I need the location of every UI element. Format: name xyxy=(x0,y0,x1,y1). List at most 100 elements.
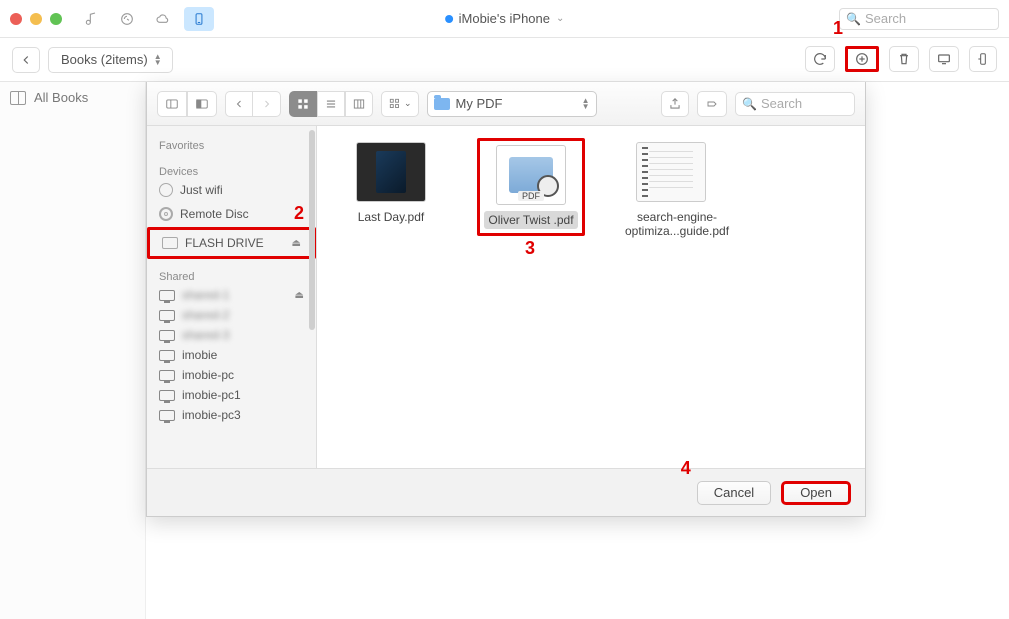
titlebar-mode-icons xyxy=(76,7,214,31)
refresh-button[interactable] xyxy=(805,46,835,72)
history-icon[interactable] xyxy=(112,7,142,31)
search-input-top[interactable]: 🔍 Search xyxy=(839,8,999,30)
dialog-toolbar: ⌄ My PDF ▲▼ 🔍 Search xyxy=(147,82,865,126)
book-icon xyxy=(10,91,26,105)
file-item-seo-guide[interactable]: search-engine-optimiza...guide.pdf xyxy=(621,142,721,240)
sidebar-item-label: shared-2 xyxy=(182,308,229,322)
sidebar-toggle-left-button[interactable] xyxy=(157,91,187,117)
all-books-item[interactable]: All Books xyxy=(10,90,135,105)
sidebar-item-label: imobie-pc xyxy=(182,368,234,382)
sidebar-item-label: imobie xyxy=(182,348,217,362)
spiral-binding-icon xyxy=(642,147,648,197)
delete-button[interactable] xyxy=(889,46,919,72)
all-books-label: All Books xyxy=(34,90,88,105)
nav-back-button[interactable] xyxy=(12,47,40,73)
sidebar-item-imobie-pc1[interactable]: imobie-pc1 xyxy=(147,385,316,405)
eject-icon[interactable]: ⏏ xyxy=(292,238,301,249)
sidebar-item-shared[interactable]: shared-1 ⏏ xyxy=(147,285,316,305)
sidebar-toggle-right-button[interactable] xyxy=(187,91,217,117)
pdf-preview-icon xyxy=(509,157,553,193)
sidebar-item-label: imobie-pc3 xyxy=(182,408,241,422)
annotation-3: 3 xyxy=(525,238,535,259)
nav-group xyxy=(225,91,281,117)
search-icon: 🔍 xyxy=(846,12,861,26)
folder-icon xyxy=(434,98,450,110)
sidebar-item-label: imobie-pc1 xyxy=(182,388,241,402)
eject-icon[interactable]: ⏏ xyxy=(295,290,304,301)
dialog-search-input[interactable]: 🔍 Search xyxy=(735,92,855,116)
search-placeholder-top: Search xyxy=(865,11,906,26)
updown-icon: ▲▼ xyxy=(582,98,590,110)
path-dropdown[interactable]: My PDF ▲▼ xyxy=(427,91,597,117)
cancel-button[interactable]: Cancel xyxy=(697,481,771,505)
sidebar-item-label: shared-3 xyxy=(182,328,229,342)
books-label: Books (2items) xyxy=(61,52,148,67)
monitor-icon xyxy=(159,330,175,341)
books-dropdown[interactable]: Books (2items) ▲▼ xyxy=(48,47,173,73)
minimize-window-icon[interactable] xyxy=(30,13,42,25)
dialog-footer: 4 Cancel Open xyxy=(147,468,865,516)
app-toolbar: Books (2items) ▲▼ 1 xyxy=(0,38,1009,82)
file-item-oliver-twist[interactable]: PDF Oliver Twist .pdf 3 xyxy=(481,142,581,238)
add-button[interactable] xyxy=(845,46,879,72)
scrollbar[interactable] xyxy=(309,130,315,330)
disc-icon xyxy=(159,207,173,221)
annotation-2: 2 xyxy=(294,203,304,224)
to-device-button[interactable] xyxy=(969,46,997,72)
tag-button[interactable] xyxy=(697,91,727,117)
file-item-last-day[interactable]: Last Day.pdf xyxy=(341,142,441,226)
sidebar-item-label: shared-1 xyxy=(182,288,229,302)
sidebar-item-just-wifi[interactable]: Just wifi xyxy=(147,180,316,200)
open-label: Open xyxy=(800,485,832,500)
status-dot-icon xyxy=(445,15,453,23)
window-title[interactable]: iMobie's iPhone ⌄ xyxy=(445,11,565,26)
sidebar-item-label: Just wifi xyxy=(180,183,223,197)
drive-icon xyxy=(162,237,178,249)
open-button[interactable]: Open xyxy=(781,481,851,505)
sidebar-item-flash-drive[interactable]: FLASH DRIVE ⏏ xyxy=(147,227,316,259)
sidebar-item-imobie-pc3[interactable]: imobie-pc3 xyxy=(147,405,316,425)
window-controls xyxy=(10,13,62,25)
list-view-button[interactable] xyxy=(317,91,345,117)
maximize-window-icon[interactable] xyxy=(50,13,62,25)
group-dropdown[interactable]: ⌄ xyxy=(381,91,419,117)
file-thumbnail xyxy=(356,142,426,202)
cancel-label: Cancel xyxy=(714,485,754,500)
annotation-1: 1 xyxy=(833,18,843,39)
monitor-icon xyxy=(159,410,175,421)
cloud-icon[interactable] xyxy=(148,7,178,31)
file-thumbnail xyxy=(636,142,706,202)
chevron-down-icon: ⌄ xyxy=(556,13,564,24)
file-open-dialog: ⌄ My PDF ▲▼ 🔍 Search Favorites Devices xyxy=(146,82,866,517)
sb-header-shared: Shared xyxy=(147,265,316,285)
search-icon: 🔍 xyxy=(742,97,757,111)
sidebar-item-shared[interactable]: shared-3 xyxy=(147,325,316,345)
monitor-icon xyxy=(159,290,175,301)
share-button[interactable] xyxy=(661,91,689,117)
dialog-back-button[interactable] xyxy=(225,91,253,117)
monitor-icon xyxy=(159,310,175,321)
monitor-icon xyxy=(159,370,175,381)
sidebar-item-remote-disc[interactable]: Remote Disc 2 xyxy=(147,200,316,227)
sidebar-item-label: FLASH DRIVE xyxy=(185,236,264,250)
device-title-text: iMobie's iPhone xyxy=(459,11,550,26)
file-name-label: Last Day.pdf xyxy=(354,208,428,226)
sidebar-item-imobie-pc[interactable]: imobie-pc xyxy=(147,365,316,385)
dialog-sidebar: Favorites Devices Just wifi Remote Disc … xyxy=(147,126,317,468)
dialog-search-placeholder: Search xyxy=(761,96,802,111)
phone-icon[interactable] xyxy=(184,7,214,31)
sidebar-item-shared[interactable]: shared-2 xyxy=(147,305,316,325)
file-thumbnail: PDF xyxy=(496,145,566,205)
column-view-button[interactable] xyxy=(345,91,373,117)
dialog-forward-button[interactable] xyxy=(253,91,281,117)
path-label: My PDF xyxy=(456,96,503,111)
to-computer-button[interactable] xyxy=(929,46,959,72)
sidebar-item-imobie[interactable]: imobie xyxy=(147,345,316,365)
close-window-icon[interactable] xyxy=(10,13,22,25)
music-icon[interactable] xyxy=(76,7,106,31)
file-name-label: search-engine-optimiza...guide.pdf xyxy=(621,208,733,240)
toolbar-right-buttons xyxy=(805,46,997,72)
grid-view-button[interactable] xyxy=(289,91,317,117)
sb-header-devices: Devices xyxy=(147,160,316,180)
annotation-4: 4 xyxy=(681,458,691,479)
